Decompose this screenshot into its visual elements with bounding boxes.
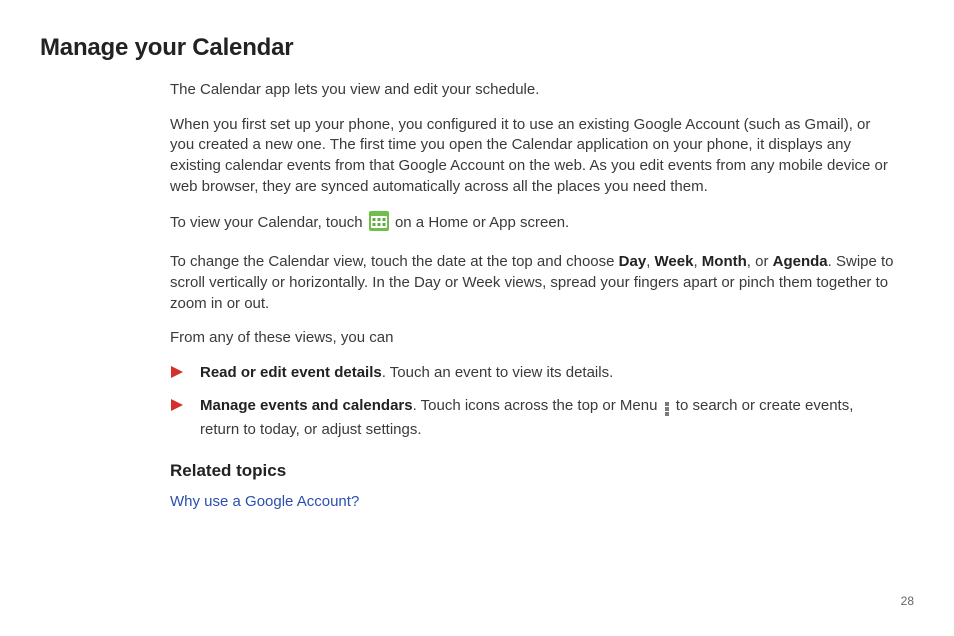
text-fragment: To change the Calendar view, touch the d…	[170, 253, 619, 270]
list-item-text: . Touch icons across the top or Menu	[413, 397, 658, 414]
menu-overflow-icon	[664, 400, 670, 421]
triangle-bullet-icon	[170, 365, 184, 379]
paragraph-change-view: To change the Calendar view, touch the d…	[170, 252, 896, 314]
page-number: 28	[901, 594, 914, 608]
bold-day: Day	[619, 253, 647, 270]
list-item: Manage events and calendars. Touch icons…	[170, 396, 896, 441]
text-fragment: on a Home or App screen.	[395, 214, 569, 231]
body-content: The Calendar app lets you view and edit …	[170, 80, 896, 513]
text-fragment: ,	[693, 253, 701, 270]
text-fragment: To view your Calendar, touch	[170, 214, 367, 231]
bold-month: Month	[702, 253, 747, 270]
triangle-bullet-icon	[170, 398, 184, 412]
calendar-app-icon	[369, 211, 389, 238]
page-title: Manage your Calendar	[40, 34, 914, 62]
document-page: Manage your Calendar The Calendar app le…	[0, 0, 954, 636]
text-fragment: ,	[646, 253, 654, 270]
action-list: Read or edit event details. Touch an eve…	[170, 363, 896, 441]
paragraph-from-views: From any of these views, you can	[170, 328, 896, 349]
text-fragment: , or	[747, 253, 773, 270]
list-item-text: . Touch an event to view its details.	[382, 364, 614, 381]
bold-week: Week	[655, 253, 694, 270]
paragraph-intro: The Calendar app lets you view and edit …	[170, 80, 896, 101]
list-item: Read or edit event details. Touch an eve…	[170, 363, 896, 384]
bold-agenda: Agenda	[773, 253, 828, 270]
related-topics-heading: Related topics	[170, 459, 896, 482]
list-item-title: Read or edit event details	[200, 364, 382, 381]
related-topic-link[interactable]: Why use a Google Account?	[170, 493, 359, 510]
paragraph-view-calendar: To view your Calendar, touch on a Home o…	[170, 211, 896, 238]
list-item-title: Manage events and calendars	[200, 397, 413, 414]
paragraph-setup: When you first set up your phone, you co…	[170, 115, 896, 198]
